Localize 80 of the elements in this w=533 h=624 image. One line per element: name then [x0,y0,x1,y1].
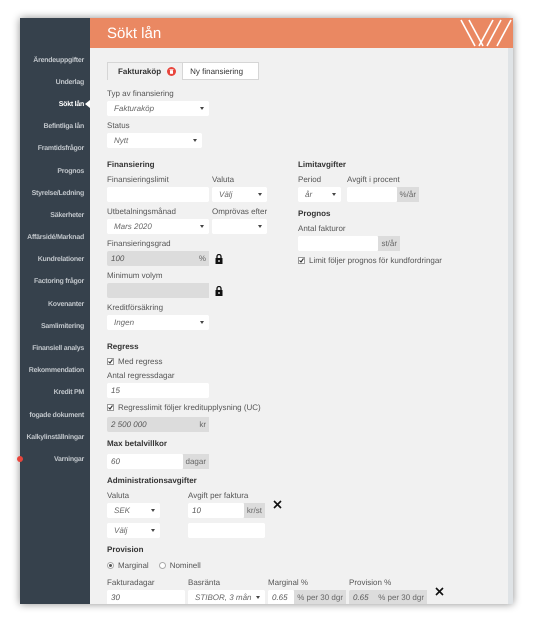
field-label: Valuta [212,175,236,185]
caret-icon [193,139,197,142]
input-field[interactable]: 15 [107,383,209,398]
unit-label: % per 30 dgr [294,590,346,604]
checkbox-label: Med regress [118,357,162,366]
check-icon [108,405,113,410]
caret-icon [332,193,336,196]
checkbox[interactable] [107,358,114,365]
field-label: Antal fakturor [298,224,347,234]
caret-icon [200,107,204,110]
field-label: Avgift i procent [347,175,401,185]
caret-icon [200,225,204,228]
field-label: Basränta [188,578,222,588]
unit-label: dagar [182,454,209,469]
section-heading: Administrationsavgifter [107,476,198,486]
field-label: Finansieringslimit [107,175,170,185]
field-label: Typ av finansiering [107,89,175,99]
field-label: Utbetalningsmånad [107,207,177,217]
field-label: Status [107,121,131,131]
unit-label: % [196,251,209,266]
page-title: Sökt lån [107,24,162,42]
checkbox-label: Limit följer prognos för kundfordringar [309,256,442,265]
unit-label: kr [196,417,209,432]
unit-label: st/år [378,236,400,251]
dropdown[interactable]: år [298,187,341,202]
unit-label: %/år [396,187,419,202]
tab[interactable]: Fakturaköp [107,62,182,80]
close-icon[interactable] [273,500,282,509]
radio-label: Nominell [170,561,201,570]
section-heading: Limitavgifter [298,160,348,170]
section-heading: Max betalvillkor [107,439,168,449]
field-label: Avgift per faktura [188,491,250,501]
dropdown[interactable]: Nytt [107,133,202,148]
field-label: Minimum volym [107,271,164,281]
check-icon [299,258,304,263]
field-label: Kreditförsäkring [107,303,164,313]
section-heading: Prognos [298,209,332,219]
caret-icon [151,529,155,532]
trash-icon[interactable] [167,67,176,76]
field-label: Marginal % [268,578,310,588]
dropdown[interactable]: Fakturaköp [107,101,209,116]
field-label: Period [298,175,322,185]
caret-icon [200,321,204,324]
section-heading: Provision [107,545,144,555]
input-field[interactable]: 0.65 [268,590,294,604]
input-field[interactable] [347,187,397,202]
caret-icon [258,193,262,196]
input-field[interactable]: 10 [188,503,244,518]
field-label: Omprövas efter [212,207,268,217]
caret-icon [258,225,262,228]
unit-label: kr/st [244,503,265,518]
field-label: Provision % [349,578,392,588]
field-label: Fakturadagar [107,578,156,588]
caret-icon [256,596,260,599]
field-label: Valuta [107,491,130,501]
input-field[interactable]: 30 [107,590,185,604]
radio-label: Marginal [118,561,149,570]
dropdown[interactable]: SEK [107,503,160,518]
radio-button[interactable] [107,562,114,569]
dropdown[interactable]: STIBOR, 3 mån [188,590,265,604]
dropdown[interactable]: Mars 2020 [107,219,209,234]
section-heading: Regress [107,342,140,352]
input-field[interactable] [298,236,378,251]
checkbox-label: Regresslimit följer kreditupplysning (UC) [118,403,261,412]
checkbox[interactable] [298,257,305,264]
section-heading: Finansiering [107,160,156,170]
dropdown[interactable]: Välj [212,187,267,202]
caret-icon [151,509,155,512]
dropdown[interactable]: Ingen [107,315,209,330]
selection-pointer-icon [85,100,90,108]
input-field[interactable]: 60 [107,454,183,469]
field-label: Finansieringsgrad [107,239,172,249]
tab[interactable]: Ny finansiering [182,62,260,80]
checkbox[interactable] [107,404,114,411]
check-icon [108,359,113,364]
radio-button[interactable] [158,562,166,569]
dropdown[interactable]: Välj [107,523,160,538]
close-icon[interactable] [435,587,444,596]
field-label: Antal regressdagar [107,371,176,381]
unit-label: % per 30 dgr [375,590,427,604]
